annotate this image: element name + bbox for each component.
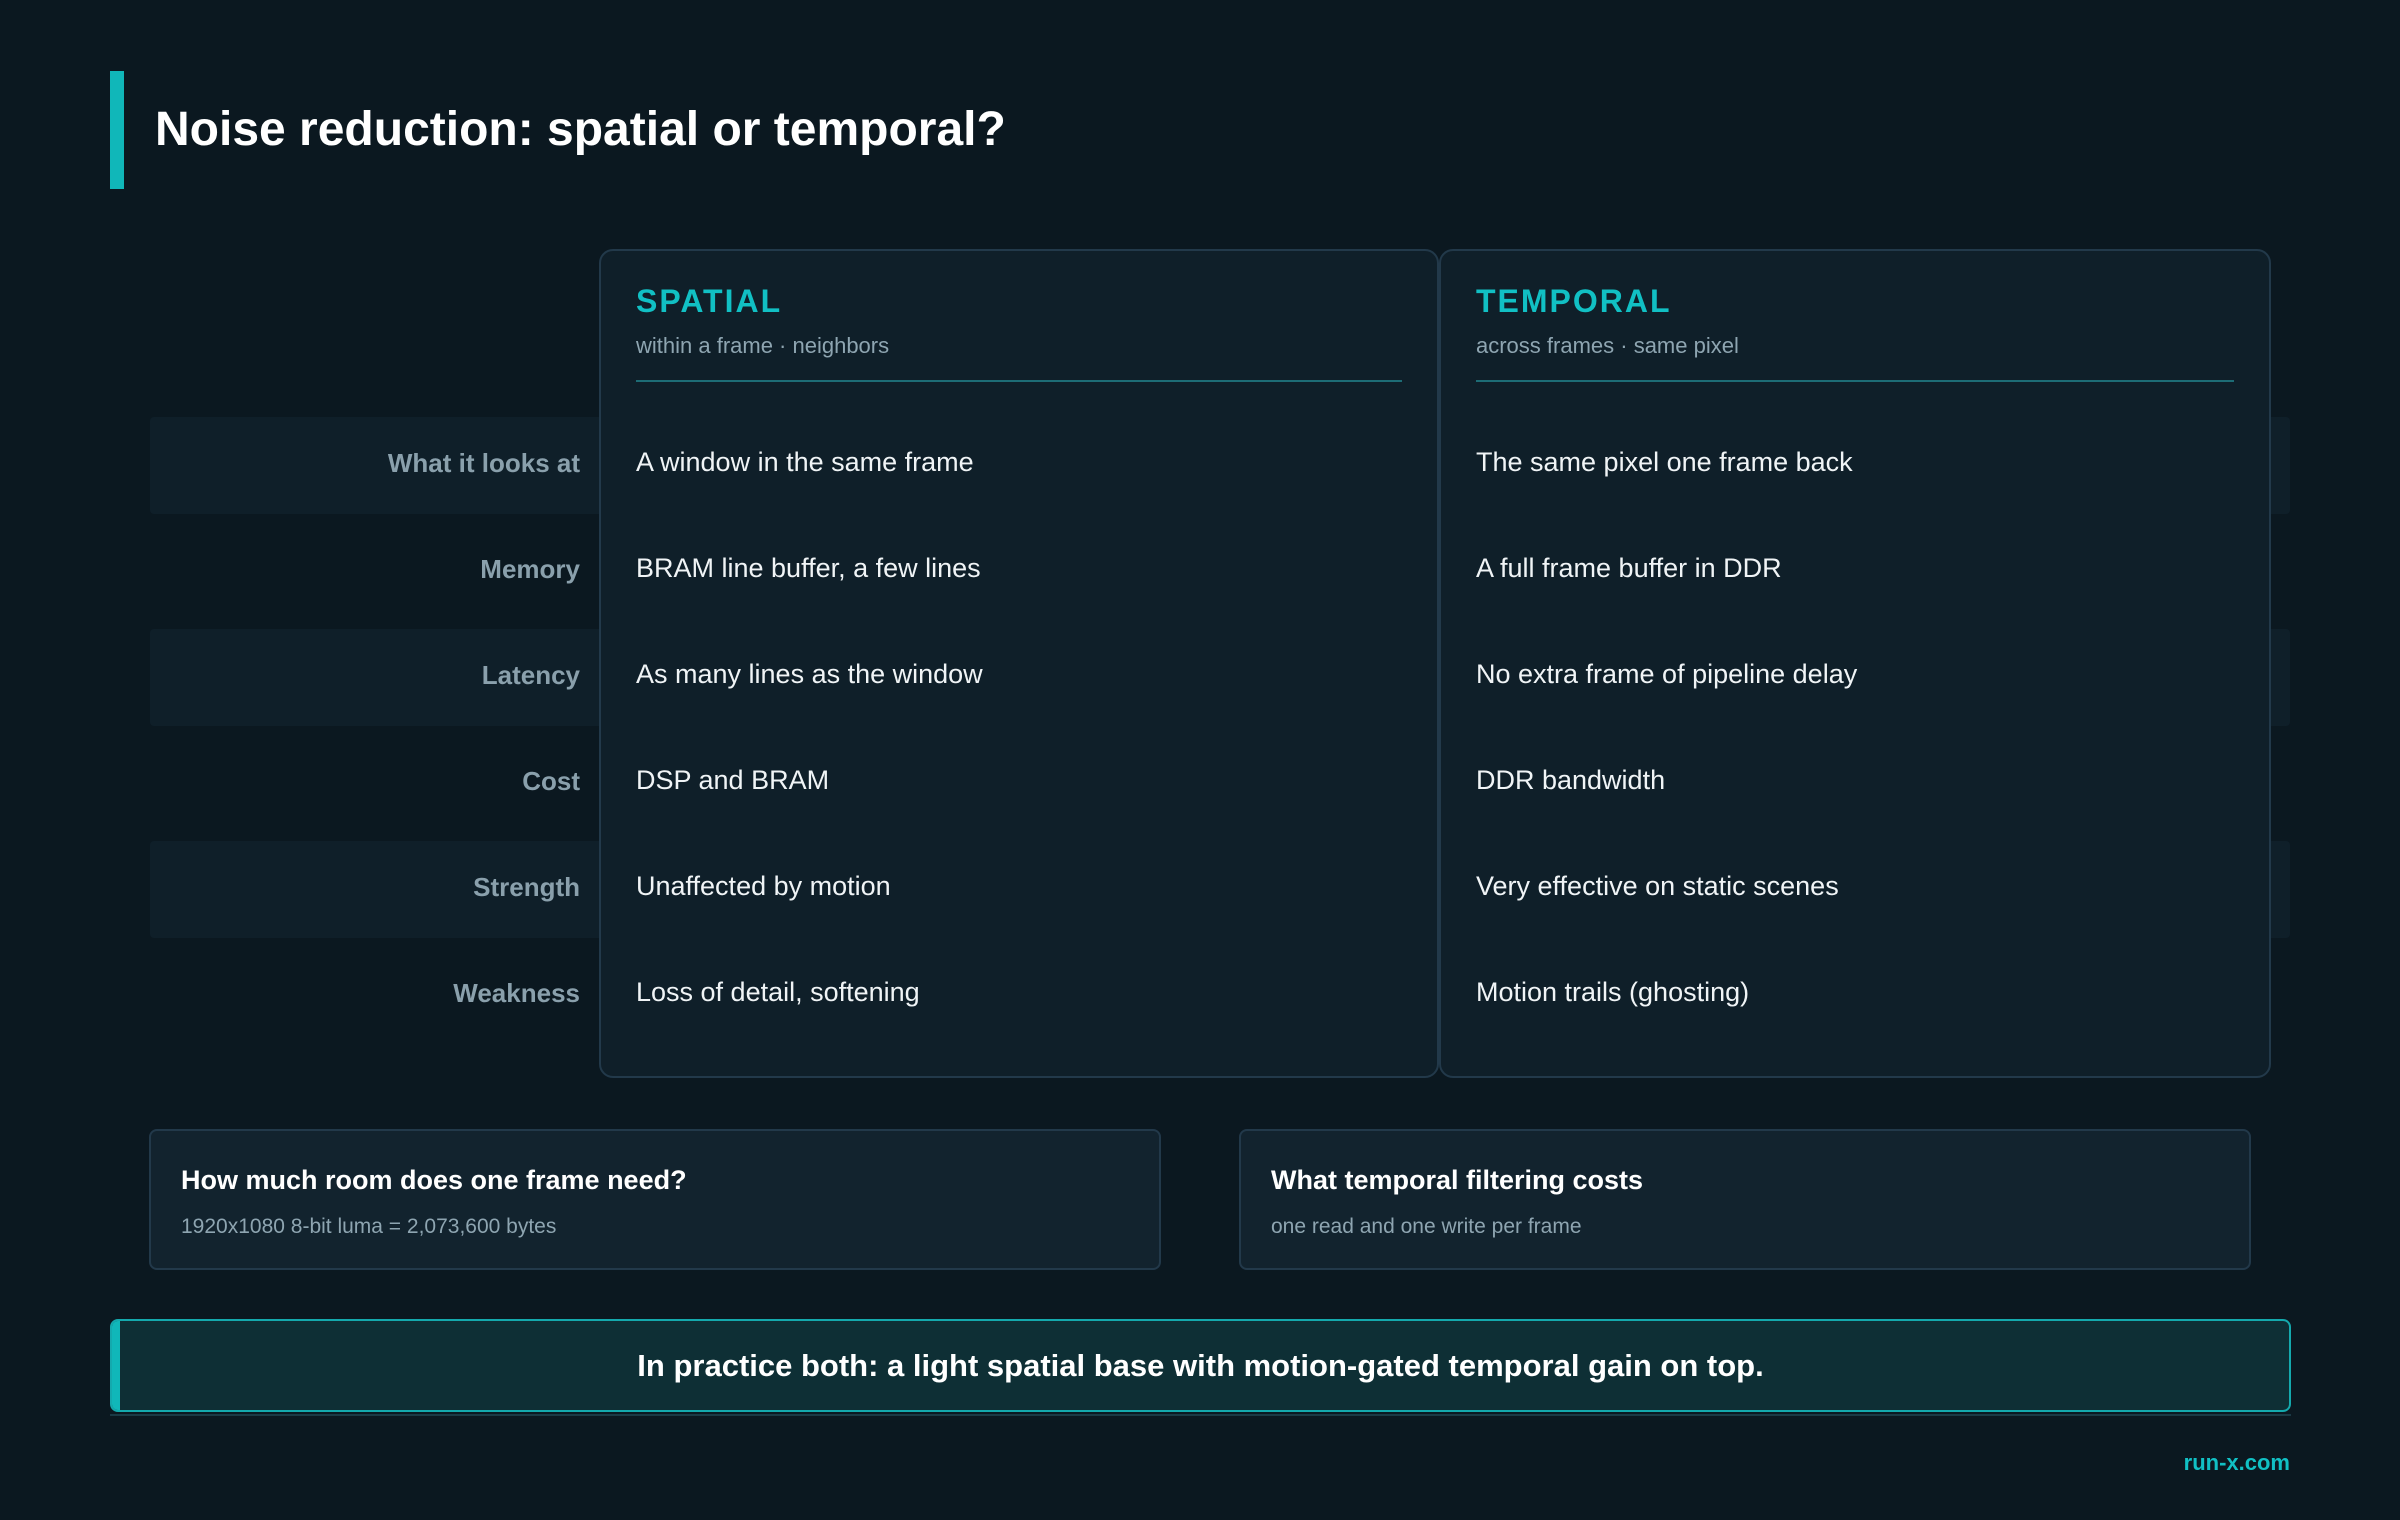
temporal-column-title: TEMPORAL <box>1476 283 1672 319</box>
row-label-cost: Cost <box>522 766 580 796</box>
row-label-what-it-looks-at: What it looks at <box>387 448 580 478</box>
cell-temporal-memory: A full frame buffer in DDR <box>1476 553 1782 583</box>
temporal-cost-card-text: one read and one write per frame <box>1271 1215 1582 1238</box>
spatial-column-title: SPATIAL <box>636 283 783 319</box>
callout-text: In practice both: a light spatial base w… <box>637 1348 1764 1383</box>
frame-size-card-text: 1920x1080 8-bit luma = 2,073,600 bytes <box>181 1215 557 1238</box>
cell-temporal-latency: No extra frame of pipeline delay <box>1476 659 1858 689</box>
brand-footer: run-x.com <box>2183 1450 2290 1475</box>
spatial-column-subtitle: within a frame · neighbors <box>636 333 890 358</box>
frame-size-card-title: How much room does one frame need? <box>181 1165 687 1195</box>
temporal-column-subtitle: across frames · same pixel <box>1476 333 1739 358</box>
cell-temporal-cost: DDR bandwidth <box>1476 765 1666 795</box>
row-label-strength: Strength <box>473 872 580 902</box>
temporal-cost-card: What temporal filtering costs one read a… <box>1239 1129 2251 1270</box>
cell-spatial-what-it-looks-at: A window in the same frame <box>636 447 974 477</box>
cell-temporal-strength: Very effective on static scenes <box>1476 871 1839 901</box>
row-label-weakness: Weakness <box>453 978 580 1008</box>
cell-spatial-memory: BRAM line buffer, a few lines <box>636 553 981 583</box>
page-title: Noise reduction: spatial or temporal? <box>155 103 1006 156</box>
callout-divider <box>110 1414 2291 1416</box>
cell-spatial-strength: Unaffected by motion <box>636 871 891 901</box>
row-label-memory: Memory <box>480 554 580 584</box>
row-label-latency: Latency <box>481 660 580 690</box>
cell-spatial-cost: DSP and BRAM <box>636 765 830 795</box>
cell-temporal-weakness: Motion trails (ghosting) <box>1476 977 1750 1007</box>
cell-spatial-weakness: Loss of detail, softening <box>636 977 920 1007</box>
cell-spatial-latency: As many lines as the window <box>636 659 983 689</box>
frame-size-card: How much room does one frame need? 1920x… <box>149 1129 1161 1270</box>
conclusion-callout: In practice both: a light spatial base w… <box>110 1319 2291 1412</box>
cell-temporal-what-it-looks-at: The same pixel one frame back <box>1476 447 1853 477</box>
title-accent-bar <box>110 71 124 189</box>
spatial-column-header: SPATIAL within a frame · neighbors <box>636 283 1402 382</box>
temporal-cost-card-title: What temporal filtering costs <box>1271 1165 1644 1195</box>
temporal-column-header: TEMPORAL across frames · same pixel <box>1476 283 2234 382</box>
